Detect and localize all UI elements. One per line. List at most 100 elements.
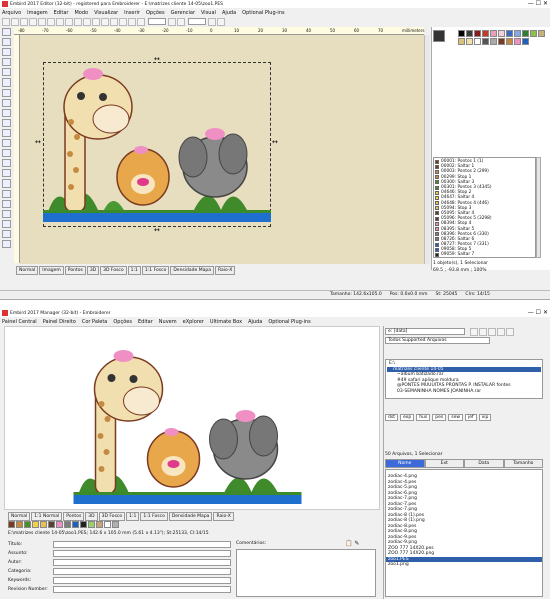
tool-icon-2[interactable] [2,48,11,57]
selection-handle-right[interactable]: ↔ [272,138,278,146]
mirror-icon[interactable] [110,17,118,26]
palette-swatch[interactable] [32,521,39,528]
tab-6[interactable]: 1:1 Fosco [140,511,168,521]
palette-swatch[interactable] [474,38,481,45]
palette-swatch[interactable] [104,521,111,528]
palette-swatch[interactable] [530,30,537,37]
embroidery-design-editor[interactable] [43,62,271,227]
tool-icon-6[interactable] [2,88,11,97]
menu-item-10[interactable]: Optional Plug-ins [242,10,284,16]
tool-icon-18[interactable] [2,209,11,218]
manager-window-controls[interactable]: — ☐ ✕ [528,309,548,316]
palette-swatch[interactable] [538,30,545,37]
ext-button-sew[interactable]: sew [448,414,464,421]
save-icon[interactable] [20,17,28,26]
tool-icon-19[interactable] [2,219,11,228]
form-input[interactable] [53,577,231,584]
menu-item-1[interactable]: Painel Direito [43,319,76,325]
grid-icon[interactable] [128,17,136,26]
tool-icon-1[interactable] [2,38,11,47]
palette-swatch[interactable] [458,30,465,37]
palette-swatch[interactable] [498,38,505,45]
settings-icon[interactable] [497,328,505,336]
open-file-icon[interactable] [11,17,19,26]
palette-swatch[interactable] [490,38,497,45]
tool-icon-17[interactable] [2,199,11,208]
tool-icon-10[interactable] [2,128,11,138]
form-input[interactable] [53,541,231,548]
tab-1[interactable]: 1:1 Normal [31,511,63,521]
menu-item-0[interactable]: Arquivo [2,10,21,16]
menu-item-8[interactable]: Ajuda [248,319,262,325]
settings-icon[interactable] [208,17,216,26]
palette-swatch[interactable] [8,521,15,528]
new-file-icon[interactable] [2,17,10,26]
menu-item-9[interactable]: Optional Plug-ins [268,319,310,325]
palette-swatch[interactable] [498,30,505,37]
menu-item-4[interactable]: Visualizar [94,10,118,16]
redo-icon[interactable] [74,17,82,26]
palette-swatch[interactable] [506,30,513,37]
tool-icon-16[interactable] [2,189,11,198]
form-input[interactable] [53,550,231,557]
ext-button-jef[interactable]: jef [465,414,477,421]
column-header-1[interactable]: Ext [424,459,464,468]
palette-swatch[interactable] [506,38,513,45]
paste-icon[interactable] [56,17,64,26]
rotate-icon[interactable] [101,17,109,26]
tool-icon-14[interactable] [2,169,11,178]
selection-handle-left[interactable]: ↔ [35,138,41,146]
tab-1[interactable]: Imagem [39,265,64,275]
search-icon[interactable] [470,328,478,336]
tab-5[interactable]: 1:1 [126,511,140,521]
object-icon[interactable] [177,17,185,26]
palette-swatch[interactable] [482,30,489,37]
file-filter-select[interactable]: Todos Supported Arquivos [385,337,490,344]
color-list-scrollbar[interactable] [536,157,541,258]
tab-5[interactable]: 1:1 [127,265,141,275]
comments-field[interactable] [236,549,376,597]
palette-swatch[interactable] [490,30,497,37]
tool-icon-12[interactable] [2,149,11,158]
form-input[interactable] [53,586,231,593]
tool-icon-9[interactable] [2,118,11,127]
palette-swatch[interactable] [64,521,71,528]
help-icon[interactable] [217,17,225,26]
refresh-icon[interactable] [479,328,487,336]
tab-7[interactable]: Densidade Mapa [168,511,213,521]
tree-item[interactable]: 03-SEMANINHA NOMES JOANINHA.rar [387,389,541,395]
tab-3[interactable]: 3D [85,511,98,521]
tab-4[interactable]: 3D Fosco [98,511,126,521]
stitch-input[interactable] [148,18,166,25]
palette-swatch[interactable] [458,38,465,45]
palette-swatch[interactable] [522,38,529,45]
tab-2[interactable]: Pontos [63,511,85,521]
form-input[interactable] [53,568,231,575]
tab-8[interactable]: Raio-X [214,265,236,275]
menu-item-2[interactable]: Cor Paleta [82,319,108,325]
copy-icon[interactable] [47,17,55,26]
menu-item-6[interactable]: eXplorer [183,319,204,325]
tab-0[interactable]: Normal [8,511,31,521]
tab-6[interactable]: 1:1 Fosco [141,265,170,275]
tool-icon-0[interactable] [2,28,11,37]
palette-swatch[interactable] [24,521,31,528]
tool-icon-8[interactable] [2,108,11,117]
value-input[interactable] [188,18,206,25]
zoom-in-icon[interactable] [83,17,91,26]
palette-swatch[interactable] [482,38,489,45]
palette-swatch[interactable] [514,30,521,37]
tool-icon-5[interactable] [2,78,11,87]
close-icon[interactable] [506,328,514,336]
menu-item-1[interactable]: Imagem [27,10,48,16]
ext-button-vip[interactable]: vip [478,414,492,421]
menu-item-9[interactable]: Ajuda [222,10,236,16]
palette-swatch[interactable] [80,521,87,528]
column-header-3[interactable]: Tamanho [503,459,543,468]
tab-7[interactable]: Densidade Mapa [170,265,214,275]
design-thumbnail[interactable] [433,30,445,42]
menu-item-6[interactable]: Opções [146,10,165,16]
palette-swatch[interactable] [48,521,55,528]
column-header-2[interactable]: Data [464,459,504,468]
palette-swatch[interactable] [466,30,473,37]
